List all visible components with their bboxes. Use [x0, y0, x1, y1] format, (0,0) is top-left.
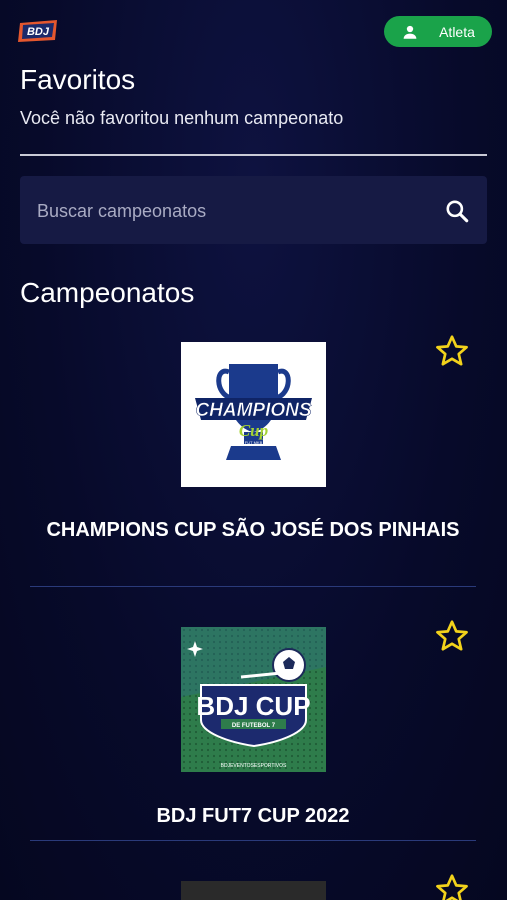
championship-card[interactable]: BDJ CUP DE FUTEBOL 7 BDJEVENTOSESPORTIVO…: [30, 620, 476, 843]
svg-text:CHAMPIONS: CHAMPIONS: [195, 400, 311, 421]
championship-name: BDJ FUT7 CUP 2022: [156, 805, 350, 827]
championship-logo: [181, 881, 326, 900]
card-divider: [30, 586, 476, 587]
search-bar: [20, 176, 487, 244]
athlete-profile-button[interactable]: Atleta: [384, 16, 492, 47]
search-icon[interactable]: [444, 198, 470, 224]
championships-title: Campeonatos: [20, 277, 195, 308]
bdj-logo[interactable]: BDJ: [17, 18, 59, 44]
svg-text:FUT MKB: FUT MKB: [245, 440, 263, 445]
championship-name: CHAMPIONS CUP SÃO JOSÉ DOS PINHAIS: [46, 519, 460, 541]
svg-text:BDJEVENTOSESPORTIVOS: BDJEVENTOSESPORTIVOS: [221, 763, 287, 769]
athlete-button-label: Atleta: [439, 23, 475, 40]
user-icon: [403, 25, 417, 39]
svg-text:DE FUTEBOL 7: DE FUTEBOL 7: [232, 723, 276, 729]
svg-text:BDJ: BDJ: [27, 26, 50, 38]
app-screen: BDJ Atleta Favoritos Você não favoritou …: [0, 0, 507, 900]
card-divider: [30, 840, 476, 841]
championship-card[interactable]: [30, 874, 476, 900]
top-bar: BDJ Atleta: [0, 0, 507, 62]
section-divider: [20, 154, 487, 156]
svg-text:BDJ CUP: BDJ CUP: [196, 691, 310, 721]
championship-logo: CHAMPIONS Cup FUT MKB: [181, 342, 326, 487]
favorite-star-icon[interactable]: [434, 872, 470, 900]
favorite-star-icon[interactable]: [434, 333, 470, 369]
favorite-star-icon[interactable]: [434, 618, 470, 654]
championship-logo: BDJ CUP DE FUTEBOL 7 BDJEVENTOSESPORTIVO…: [181, 627, 326, 772]
favorites-title: Favoritos: [20, 64, 136, 95]
svg-text:Cup: Cup: [239, 421, 268, 440]
championship-card[interactable]: CHAMPIONS Cup FUT MKB CHAMPIONS CUP SÃO …: [30, 335, 476, 588]
favorites-empty-message: Você não favoritou nenhum campeonato: [20, 108, 344, 128]
search-input[interactable]: [35, 194, 419, 228]
